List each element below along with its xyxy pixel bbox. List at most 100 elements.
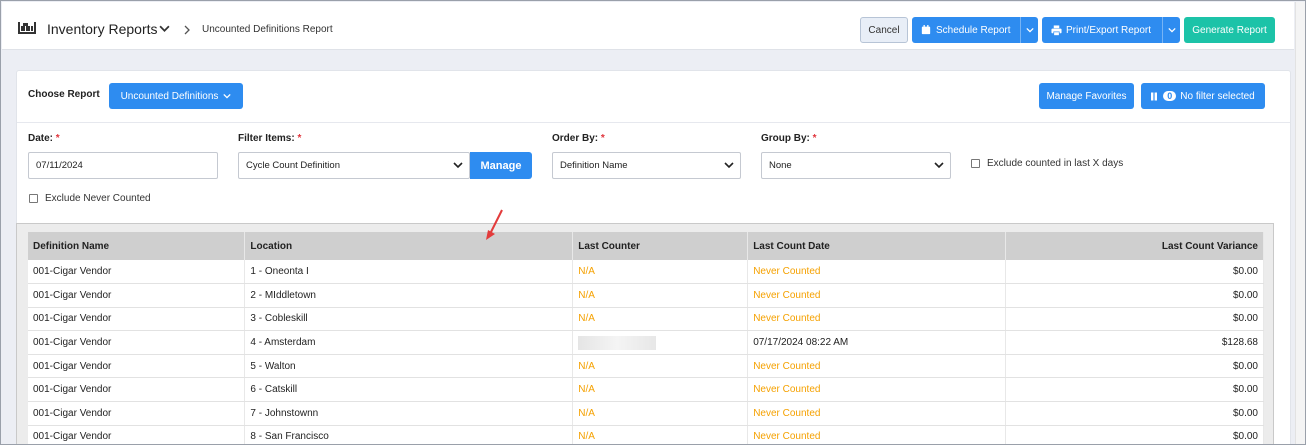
inventory-icon (18, 22, 36, 34)
last-count-date-cell: Never Counted (747, 260, 1007, 285)
table-row: 001-Cigar Vendor 6 - Catskill N/A Never … (28, 377, 1264, 403)
group-by-label-text: Group By: (761, 133, 810, 144)
checkbox-box[interactable] (971, 159, 980, 168)
filter-items-label: Filter Items: * (238, 133, 301, 144)
definition-cell: 001-Cigar Vendor (28, 354, 246, 379)
chevron-down-icon (934, 162, 944, 169)
red-arrow-annotation (486, 209, 503, 240)
chevron-down-icon (1025, 27, 1034, 33)
variance-cell: $0.00 (1005, 307, 1264, 332)
definition-cell: 001-Cigar Vendor (28, 377, 246, 403)
last-counter-cell: N/A (572, 354, 749, 379)
export-dropdown-toggle[interactable] (1162, 17, 1180, 43)
table-header-row: Definition Name Location Last Counter La… (28, 232, 1264, 260)
schedule-report-button[interactable]: Schedule Report (912, 17, 1038, 43)
chevron-down-icon[interactable] (159, 23, 170, 34)
variance-cell: $0.00 (1005, 283, 1264, 308)
choose-report-dropdown[interactable]: Uncounted Definitions (109, 83, 243, 109)
chevron-down-icon (223, 93, 232, 99)
exclude-counted-days-checkbox[interactable]: Exclude counted in last X days (971, 158, 1123, 169)
chevron-down-icon (1167, 27, 1176, 33)
print-export-label: Print/Export Report (1066, 24, 1152, 36)
location-cell: 7 - Johnstownn (244, 401, 574, 426)
last-count-date-cell: Never Counted (747, 354, 1007, 379)
required-mark: * (55, 133, 60, 144)
last-counter-cell: N/A (572, 283, 749, 308)
last-counter-cell: N/A (572, 401, 749, 426)
date-input[interactable]: 07/11/2024 (28, 152, 218, 179)
last-count-date-cell: Never Counted (747, 283, 1007, 308)
last-counter-cell: N/A (572, 425, 749, 444)
column-header[interactable]: Last Count Variance (1005, 232, 1264, 260)
group-by-value: None (769, 160, 792, 171)
app-window: Inventory Reports Uncounted Definitions … (0, 0, 1306, 445)
table-row: 001-Cigar Vendor 7 - Johnstownn N/A Neve… (28, 401, 1264, 426)
last-counter-cell: N/A (572, 307, 749, 332)
chevron-down-icon (453, 162, 463, 169)
required-mark: * (600, 133, 605, 144)
redacted-counter (578, 335, 657, 350)
filter-status-label: No filter selected (1180, 90, 1255, 102)
exclude-never-counted-checkbox[interactable]: Exclude Never Counted (29, 193, 151, 204)
filter-selection-button[interactable]: 0 No filter selected (1141, 83, 1265, 109)
location-cell: 3 - Cobleskill (244, 307, 574, 332)
schedule-report-label: Schedule Report (936, 24, 1011, 36)
schedule-dropdown-toggle[interactable] (1020, 17, 1038, 43)
last-counter-cell (572, 330, 749, 355)
column-header[interactable]: Definition Name (28, 232, 246, 260)
table-row: 001-Cigar Vendor 5 - Walton N/A Never Co… (28, 354, 1264, 379)
last-count-date-cell: Never Counted (747, 377, 1007, 403)
location-cell: 6 - Catskill (244, 377, 574, 403)
location-cell: 8 - San Francisco (244, 425, 574, 444)
date-label: Date: * (28, 133, 60, 144)
last-count-date-cell: Never Counted (747, 401, 1007, 426)
app-title[interactable]: Inventory Reports (47, 21, 158, 37)
definition-cell: 001-Cigar Vendor (28, 330, 246, 355)
print-export-button[interactable]: Print/Export Report (1042, 17, 1180, 43)
order-by-select[interactable]: Definition Name (552, 152, 741, 179)
calendar-icon (920, 24, 932, 36)
manage-favorites-button[interactable]: Manage Favorites (1039, 83, 1134, 109)
order-by-label-text: Order By: (552, 133, 599, 144)
last-counter-cell: N/A (572, 260, 749, 285)
location-cell: 2 - MIddletown (244, 283, 574, 308)
definition-cell: 001-Cigar Vendor (28, 425, 246, 444)
variance-cell: $0.00 (1005, 401, 1264, 426)
last-counter-cell: N/A (572, 377, 749, 403)
filter-items-label-text: Filter Items: (238, 133, 295, 144)
variance-cell: $128.68 (1005, 330, 1264, 355)
variance-cell: $0.00 (1005, 377, 1264, 403)
definition-cell: 001-Cigar Vendor (28, 307, 246, 332)
filter-count-badge: 0 (1163, 91, 1177, 101)
order-by-label: Order By: * (552, 133, 605, 144)
order-by-value: Definition Name (560, 160, 628, 171)
vertical-scrollbar[interactable] (1295, 2, 1305, 444)
chevron-right-icon (184, 25, 190, 35)
variance-cell: $0.00 (1005, 354, 1264, 379)
cancel-button[interactable]: Cancel (860, 17, 908, 43)
filter-items-value: Cycle Count Definition (246, 160, 340, 171)
date-label-text: Date: (28, 133, 54, 144)
filter-items-select[interactable]: Cycle Count Definition (238, 152, 470, 179)
column-header[interactable]: Last Counter (572, 232, 749, 260)
table-row: 001-Cigar Vendor 3 - Cobleskill N/A Neve… (28, 307, 1264, 332)
group-by-label: Group By: * (761, 133, 817, 144)
report-table: Definition Name Location Last Counter La… (28, 232, 1264, 444)
checkbox-box[interactable] (29, 194, 38, 203)
column-header[interactable]: Location (244, 232, 574, 260)
last-count-date-cell: Never Counted (747, 425, 1007, 444)
variance-cell: $0.00 (1005, 260, 1264, 285)
location-cell: 4 - Amsterdam (244, 330, 574, 355)
location-cell: 1 - Oneonta I (244, 260, 574, 285)
manage-button[interactable]: Manage (470, 152, 532, 179)
chevron-down-icon (724, 162, 734, 169)
column-header[interactable]: Last Count Date (747, 232, 1007, 260)
group-by-select[interactable]: None (761, 152, 951, 179)
printer-icon (1050, 24, 1062, 36)
filter-icon (1151, 92, 1158, 100)
last-count-date-cell: 07/17/2024 08:22 AM (747, 330, 1007, 355)
definition-cell: 001-Cigar Vendor (28, 283, 246, 308)
selected-report-label: Uncounted Definitions (120, 90, 219, 102)
table-row: 001-Cigar Vendor 8 - San Francisco N/A N… (28, 425, 1264, 444)
generate-report-button[interactable]: Generate Report (1184, 17, 1275, 43)
